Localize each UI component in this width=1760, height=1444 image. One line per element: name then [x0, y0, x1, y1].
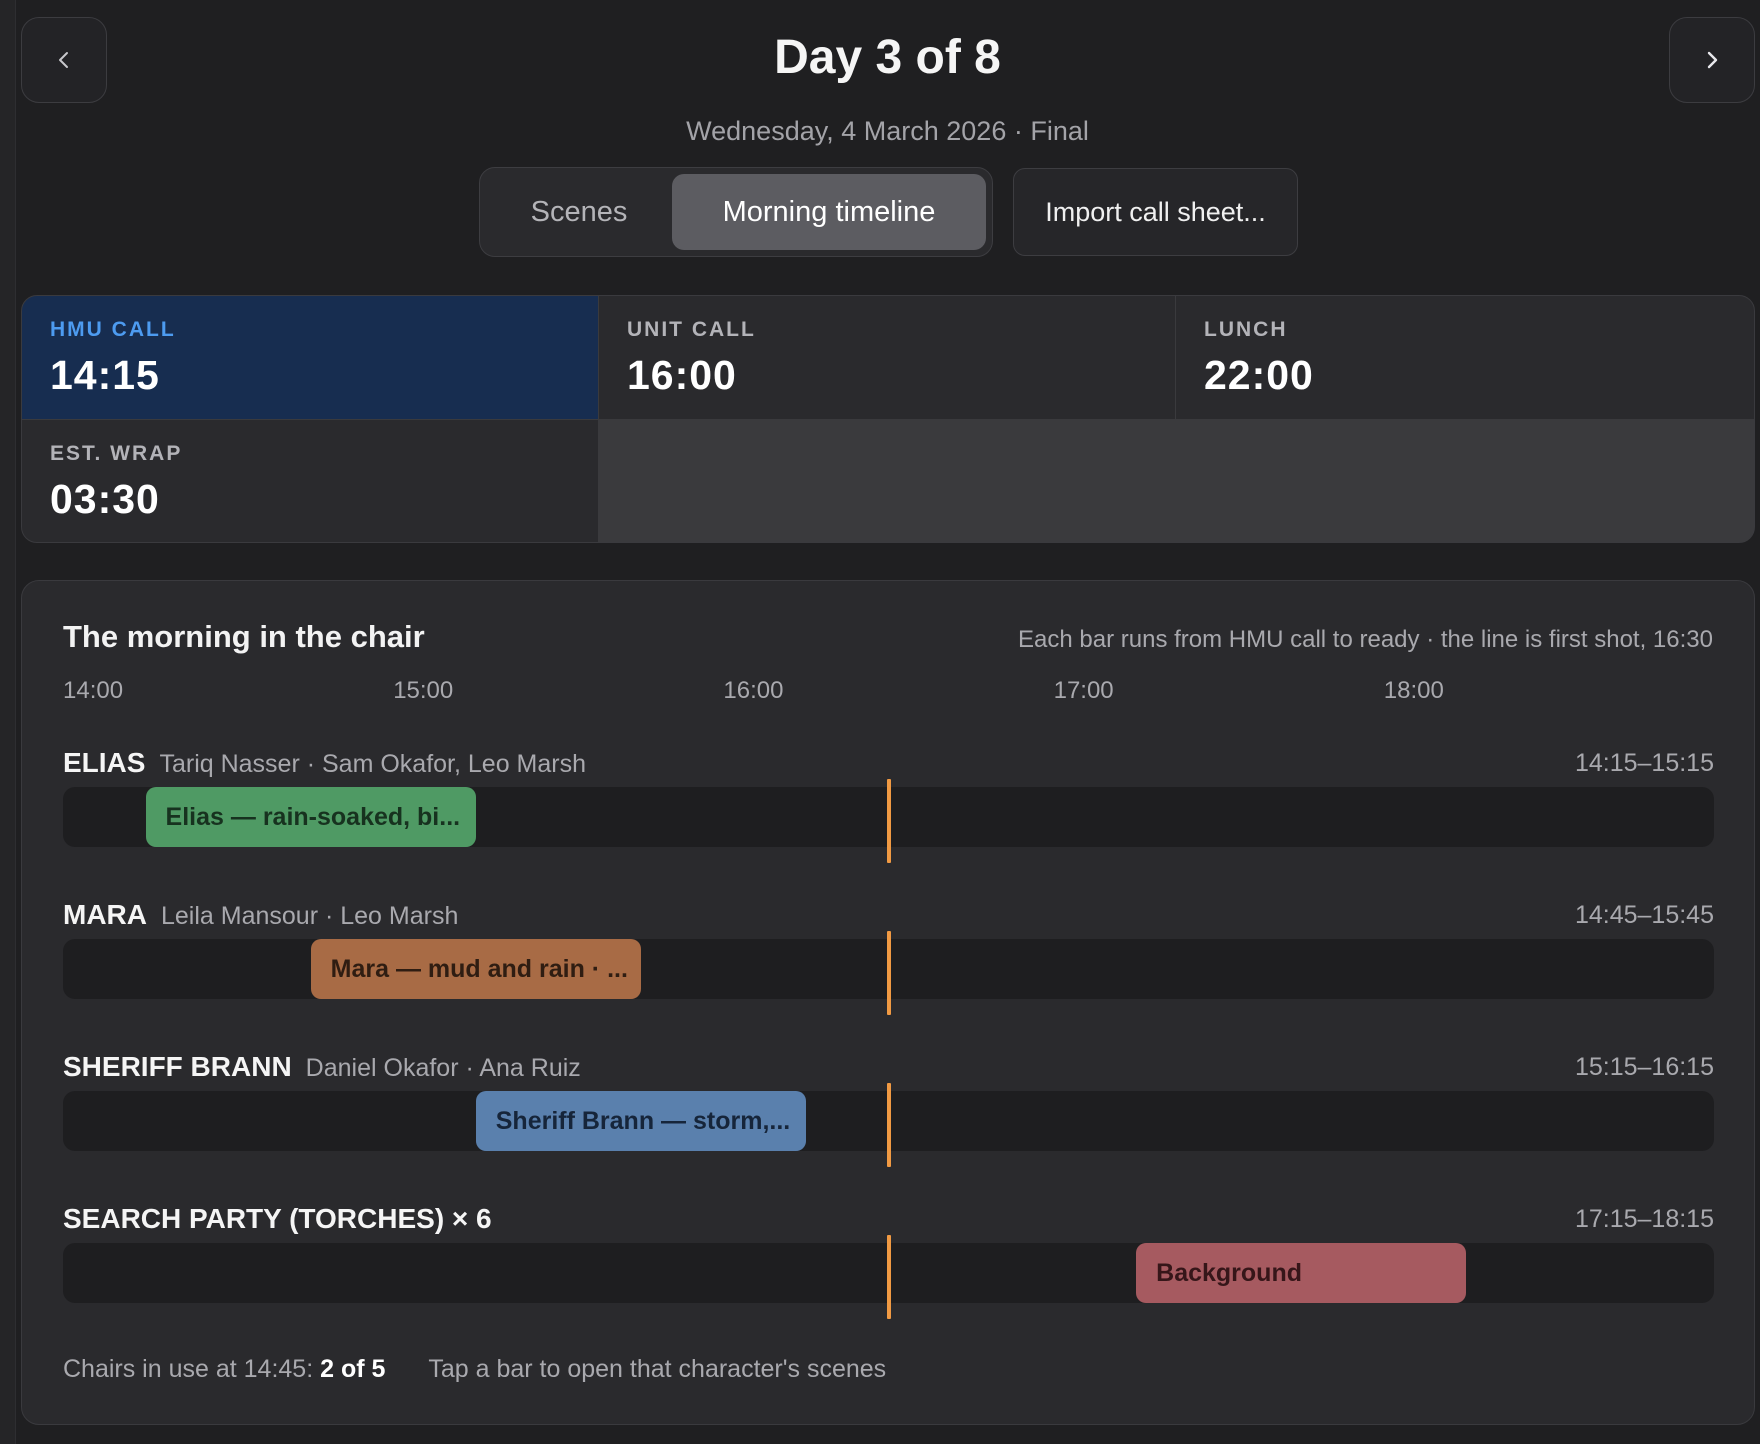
axis-tick: 14:00: [63, 677, 124, 704]
time-range: 17:15–18:15: [1574, 1205, 1714, 1233]
character-name-text: SHERIFF BRANN: [63, 1051, 292, 1082]
call-times-card: HMU CALL 14:15 UNIT CALL 16:00 LUNCH 22:…: [21, 295, 1755, 543]
panel-title: The morning in the chair: [63, 619, 425, 654]
chairs-in-use: Chairs in use at 14:45: 2 of 5 Tap a bar…: [63, 1355, 886, 1384]
axis-tick: 17:00: [1053, 677, 1114, 704]
character-name-text: SEARCH PARTY (TORCHES) × 6: [63, 1203, 492, 1234]
call-cell-unit: UNIT CALL 16:00: [599, 296, 1175, 419]
first-shot-line: [886, 1235, 891, 1319]
call-label: HMU CALL: [50, 318, 176, 341]
sidebar-edge: [0, 0, 16, 1444]
timeline-row: ELIAS Tariq Nasser · Sam Okafor, Leo Mars…: [63, 747, 1714, 899]
chair-bar[interactable]: Mara — mud and rain · ...: [310, 939, 641, 999]
cast-and-artists: Leila Mansour · Leo Marsh: [161, 902, 459, 930]
timeline-row: SHERIFF BRANN Daniel Okafor · Ana Ruiz 15…: [63, 1051, 1714, 1203]
character-name: MARA Leila Mansour · Leo Marsh: [63, 899, 458, 931]
character-name-text: MARA: [63, 899, 147, 930]
call-label: LUNCH: [1204, 318, 1288, 341]
cast-and-artists: Tariq Nasser · Sam Okafor, Leo Marsh: [159, 750, 587, 778]
call-cell-wrap: EST. WRAP 03:30: [22, 420, 598, 542]
chairs-value: 2 of 5: [320, 1355, 386, 1383]
call-label: UNIT CALL: [627, 318, 756, 341]
page-title: Day 3 of 8: [774, 31, 1001, 84]
cast-and-artists: Daniel Okafor · Ana Ruiz: [305, 1054, 581, 1082]
axis-tick: 15:00: [393, 677, 454, 704]
call-cell-lunch: LUNCH 22:00: [1176, 296, 1754, 419]
call-label: EST. WRAP: [50, 442, 183, 465]
call-time: 22:00: [1204, 352, 1314, 398]
character-name: ELIAS Tariq Nasser · Sam Okafor, Leo Mars…: [63, 747, 586, 779]
chairs-label: Chairs in use at 14:45:: [63, 1355, 314, 1383]
import-call-sheet-button[interactable]: Import call sheet...: [1013, 168, 1298, 256]
timeline-row: SEARCH PARTY (TORCHES) × 6 17:15–18:15 B…: [63, 1203, 1714, 1355]
first-shot-line: [886, 779, 891, 863]
chair-bar[interactable]: Background: [1136, 1243, 1467, 1303]
tab-scenes[interactable]: Scenes: [486, 174, 672, 250]
panel-caption: Each bar runs from HMU call to ready · t…: [1018, 626, 1713, 653]
chair-timeline-panel: The morning in the chair Each bar runs f…: [21, 580, 1755, 1425]
time-range: 15:15–16:15: [1574, 1053, 1714, 1081]
time-axis: 14:00 15:00 16:00 17:00 18:00: [63, 677, 1714, 707]
call-time: 16:00: [627, 352, 737, 398]
character-name: SHERIFF BRANN Daniel Okafor · Ana Ruiz: [63, 1051, 581, 1083]
first-shot-line: [886, 931, 891, 1015]
timeline-rows: ELIAS Tariq Nasser · Sam Okafor, Leo Mars…: [63, 747, 1714, 1367]
tab-morning-timeline[interactable]: Morning timeline: [672, 174, 986, 250]
axis-tick: 18:00: [1383, 677, 1444, 704]
axis-tick: 16:00: [723, 677, 784, 704]
call-time: 14:15: [50, 352, 160, 398]
time-range: 14:45–15:45: [1574, 901, 1714, 929]
first-shot-line: [886, 1083, 891, 1167]
view-segmented-control: Scenes Morning timeline: [479, 167, 993, 257]
tap-hint: Tap a bar to open that character's scene…: [428, 1355, 887, 1383]
character-name-text: ELIAS: [63, 747, 146, 778]
time-range: 14:15–15:15: [1574, 749, 1714, 777]
call-time: 03:30: [50, 476, 160, 522]
chair-bar[interactable]: Elias — rain-soaked, bi...: [145, 787, 476, 847]
character-name: SEARCH PARTY (TORCHES) × 6: [63, 1203, 506, 1235]
chair-bar[interactable]: Sheriff Brann — storm,...: [475, 1091, 806, 1151]
timeline-row: MARA Leila Mansour · Leo Marsh 14:45–15:4…: [63, 899, 1714, 1051]
page-subtitle: Wednesday, 4 March 2026 · Final: [686, 116, 1089, 146]
call-cell-hmu: HMU CALL 14:15: [22, 296, 598, 419]
